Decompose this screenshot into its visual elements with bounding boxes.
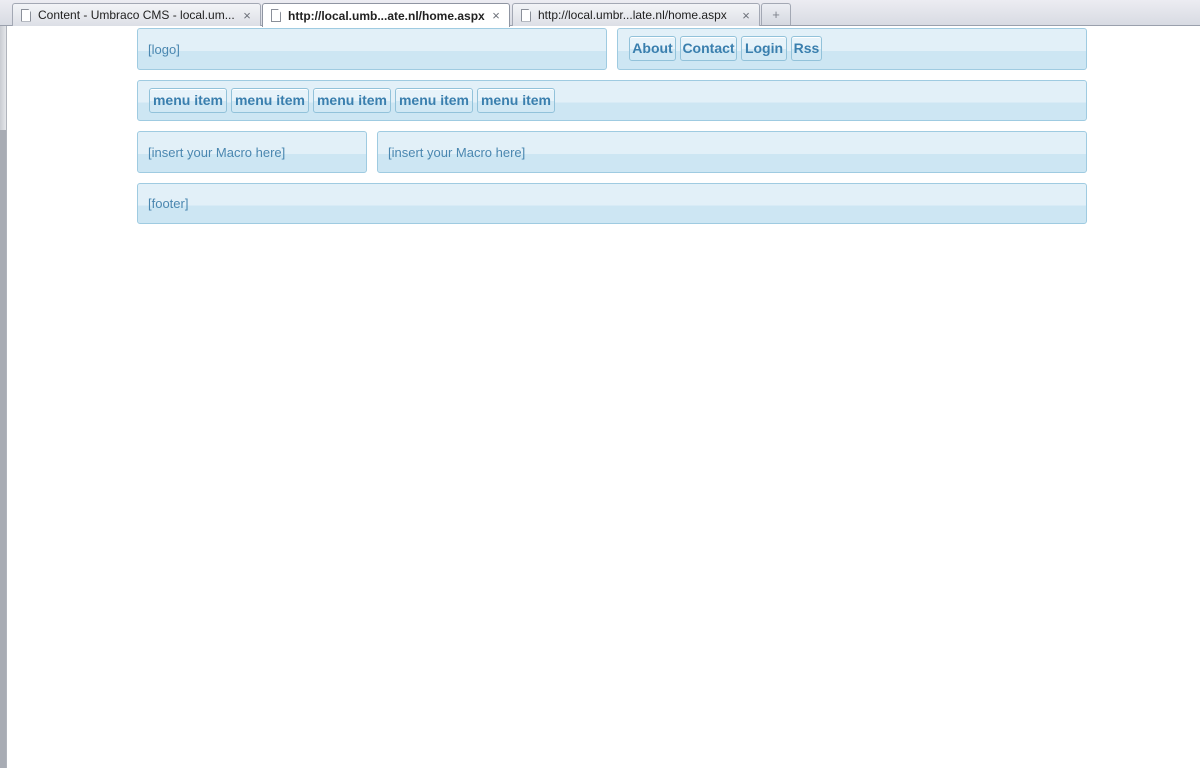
page-document-icon	[21, 8, 31, 22]
tab-title: Content - Umbraco CMS - local.um...	[38, 8, 235, 22]
top-links-box: About Contact Login Rss	[617, 28, 1087, 70]
tab-title: http://local.umbr...late.nl/home.aspx	[538, 8, 727, 22]
tab-home[interactable]: http://local.umbr...late.nl/home.aspx ×	[512, 3, 760, 26]
menu-item-2[interactable]: menu item	[231, 88, 309, 113]
contact-link[interactable]: Contact	[680, 36, 737, 61]
sidebar-macro-placeholder: [insert your Macro here]	[148, 145, 286, 160]
footer-box: [footer]	[137, 183, 1087, 224]
page-document-icon	[271, 9, 281, 22]
footer-placeholder: [footer]	[148, 196, 189, 211]
plus-icon: +	[772, 7, 780, 22]
login-link[interactable]: Login	[741, 36, 787, 61]
logo-box: [logo]	[137, 28, 607, 70]
about-link[interactable]: About	[629, 36, 676, 61]
menu-item-5[interactable]: menu item	[477, 88, 555, 113]
tab-title: http://local.umb...ate.nl/home.aspx	[288, 8, 485, 23]
menu-item-3[interactable]: menu item	[313, 88, 391, 113]
scrollbar-thumb[interactable]	[0, 130, 6, 768]
menu-item-1[interactable]: menu item	[149, 88, 227, 113]
new-tab-button[interactable]: +	[761, 3, 791, 25]
page-document-icon	[521, 8, 531, 22]
main-menu-bar: menu item menu item menu item menu item …	[137, 80, 1087, 121]
tab-home-active[interactable]: http://local.umb...ate.nl/home.aspx ×	[262, 3, 510, 27]
close-icon[interactable]: ×	[489, 8, 503, 23]
rss-link[interactable]: Rss	[791, 36, 822, 61]
tab-umbraco-content[interactable]: Content - Umbraco CMS - local.um... ×	[12, 3, 261, 26]
close-icon[interactable]: ×	[240, 8, 254, 23]
close-icon[interactable]: ×	[739, 8, 753, 23]
logo-placeholder: [logo]	[148, 42, 180, 57]
browser-tab-strip: Content - Umbraco CMS - local.um... × ht…	[0, 0, 1200, 27]
window-left-rail	[0, 26, 7, 768]
main-macro-placeholder: [insert your Macro here]	[388, 145, 526, 160]
menu-item-4[interactable]: menu item	[395, 88, 473, 113]
sidebar-macro-box: [insert your Macro here]	[137, 131, 367, 173]
main-macro-box: [insert your Macro here]	[377, 131, 1087, 173]
